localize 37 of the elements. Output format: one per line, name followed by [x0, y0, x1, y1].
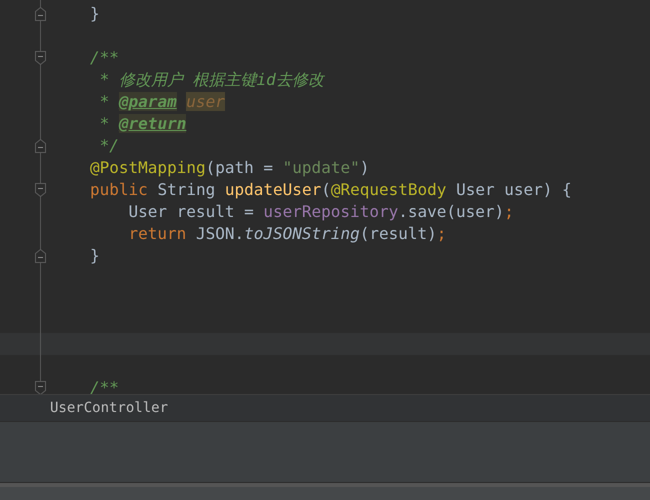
- code-token: public: [90, 180, 149, 199]
- breadcrumb-label[interactable]: UserController: [50, 400, 168, 416]
- code-token: }: [90, 4, 100, 23]
- code-token: return: [128, 224, 188, 243]
- fold-icon[interactable]: [35, 139, 46, 153]
- code-token: User user) {: [456, 180, 572, 199]
- code-token: * 修改用户 根据主键id去修改: [98, 70, 324, 89]
- fold-icon[interactable]: [35, 381, 46, 394]
- code-token: (: [321, 180, 331, 199]
- code-token: ;: [436, 224, 446, 243]
- code-token: toJSONString: [244, 224, 360, 243]
- code-token: @return: [118, 114, 186, 133]
- code-token: */: [98, 136, 119, 155]
- code-token: @PostMapping: [90, 158, 206, 177]
- code-token: userRepository: [263, 202, 398, 221]
- fold-icon[interactable]: [35, 51, 46, 65]
- code-token: (path =: [206, 158, 274, 177]
- code-token: "update": [282, 158, 360, 177]
- code-token: String: [157, 180, 216, 199]
- code-token: /**: [90, 48, 119, 67]
- code-token: ): [360, 158, 370, 177]
- code-token: JSON.: [196, 224, 244, 243]
- code-token: }: [90, 246, 100, 265]
- code-token: @param: [118, 92, 177, 111]
- code-token: @RequestBody: [330, 180, 448, 199]
- code-token: User result =: [128, 202, 255, 221]
- code-token: ;: [504, 202, 514, 221]
- code-token: *: [98, 92, 110, 111]
- fold-icon[interactable]: [35, 183, 46, 197]
- code-token: user: [186, 92, 225, 111]
- code-token: .save(user): [398, 202, 504, 221]
- code-token: (result): [360, 224, 437, 243]
- code-token: updateUser: [224, 180, 322, 199]
- fold-icon[interactable]: [35, 7, 46, 21]
- code-token: *: [98, 114, 110, 133]
- code-editor[interactable]: [0, 0, 650, 394]
- fold-icon[interactable]: [35, 249, 46, 263]
